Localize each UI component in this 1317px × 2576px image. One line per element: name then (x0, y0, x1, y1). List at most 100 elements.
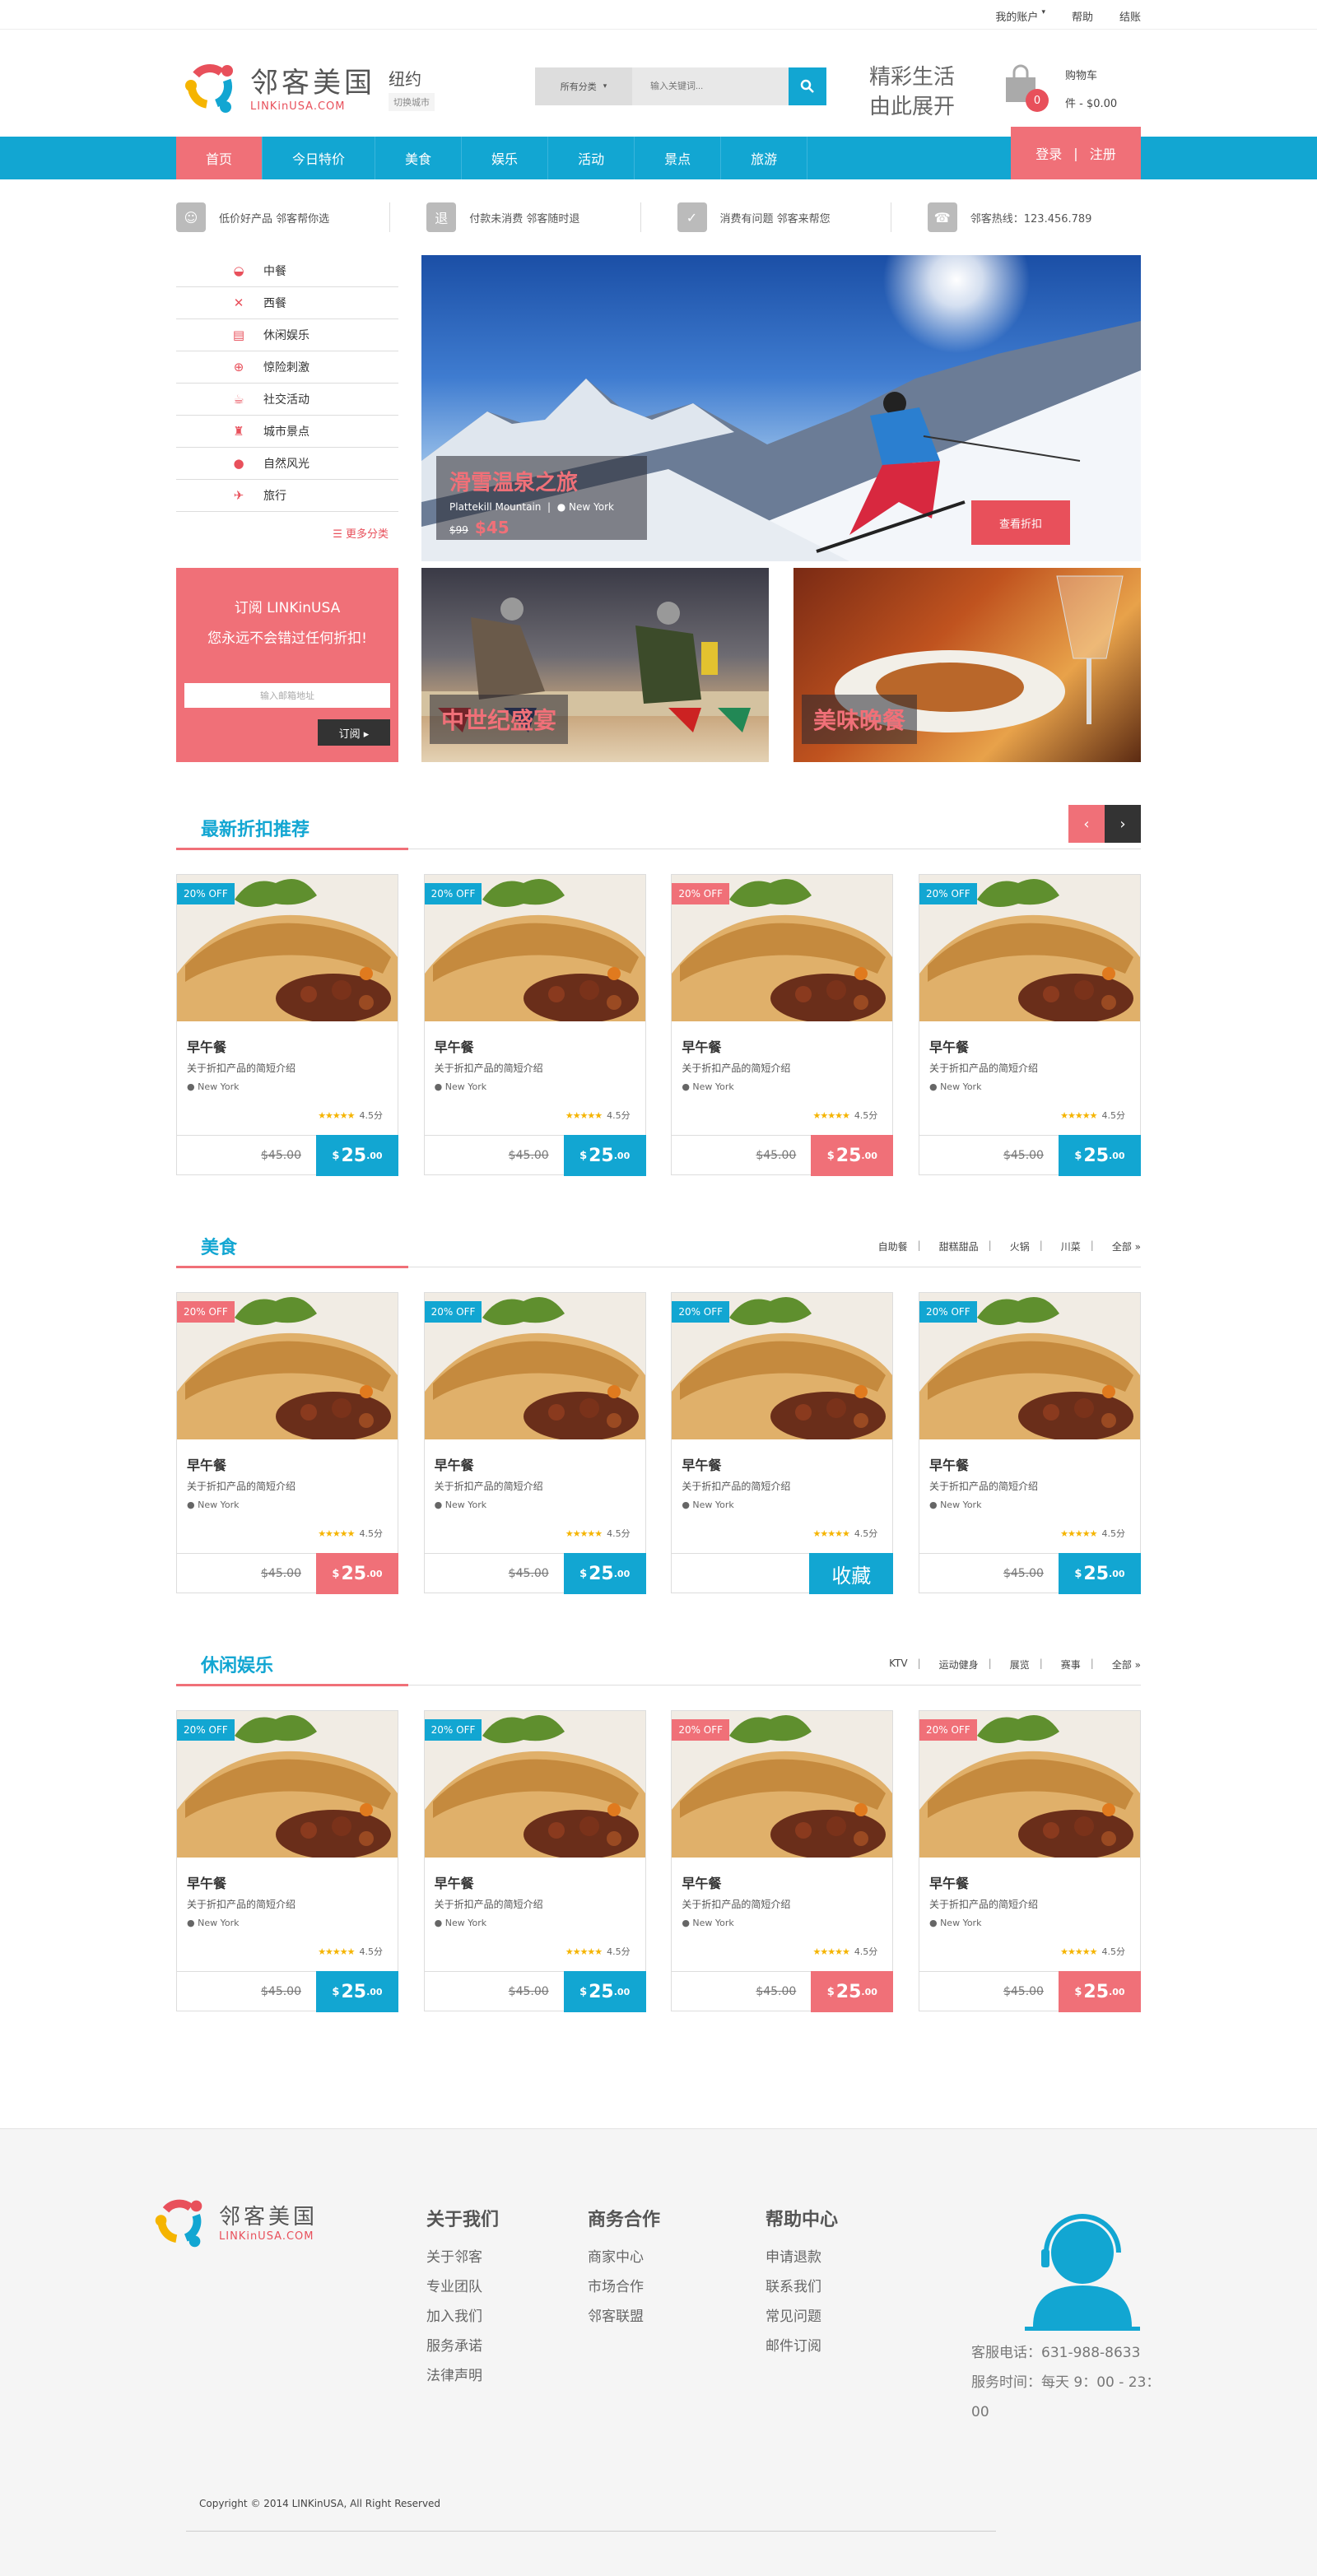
search-input[interactable] (632, 67, 789, 105)
buy-price-button[interactable]: $25.00 (1058, 1553, 1141, 1594)
collect-button[interactable]: 收藏 (809, 1553, 894, 1594)
product-card[interactable]: 20% OFF 早午餐 关于折扣产品的简短介绍 ● New York ★★★★★ 4.5分… (671, 874, 894, 1176)
sidebar-item-thrill[interactable]: ⊕ 惊险刺激 (176, 351, 398, 384)
card-image[interactable]: 20% OFF (672, 875, 893, 1021)
search-button[interactable] (789, 67, 826, 105)
prev-arrow-icon[interactable]: ‹ (1068, 805, 1105, 843)
nav-item-entertainment[interactable]: 娱乐 (462, 137, 549, 179)
card-image[interactable]: 20% OFF (424, 1293, 645, 1439)
buy-price-button[interactable]: $25.00 (811, 1971, 894, 2012)
sidebar-item-travel[interactable]: ✈ 旅行 (176, 480, 398, 512)
tile-dinner[interactable]: 美味晚餐 (793, 568, 1141, 762)
buy-price-button[interactable]: $25.00 (1058, 1135, 1141, 1176)
card-image[interactable]: 20% OFF (424, 875, 645, 1021)
sidebar-item-chinese[interactable]: ◒ 中餐 (176, 255, 398, 287)
category-tag-link[interactable]: 全部 » (1112, 1239, 1141, 1253)
category-tag-link[interactable]: 甜糕甜品 (939, 1239, 979, 1253)
product-card[interactable]: 20% OFF 早午餐 关于折扣产品的简短介绍 ● New York ★★★★★ 4.5分… (423, 874, 646, 1176)
buy-price-button[interactable]: $25.00 (316, 1135, 398, 1176)
feature-text: 付款未消费 邻客随时退 (469, 212, 580, 226)
search-category-select[interactable]: 所有分类 ▾ (535, 67, 632, 105)
category-tag-link[interactable]: 自助餐 (878, 1239, 908, 1253)
nav-item-attractions[interactable]: 景点 (635, 137, 722, 179)
sidebar-item-city[interactable]: ♜ 城市景点 (176, 416, 398, 448)
tile-medieval[interactable]: 中世纪盛宴 (421, 568, 769, 762)
city-selector[interactable]: 纽约 切换城市 (389, 66, 435, 111)
sidebar-item-nature[interactable]: ● 自然风光 (176, 448, 398, 480)
footer-link[interactable]: 邻客联盟 (588, 2302, 660, 2332)
buy-price-button[interactable]: $25.00 (563, 1553, 646, 1594)
card-image[interactable]: 20% OFF (177, 1293, 398, 1439)
product-card[interactable]: 20% OFF 早午餐 关于折扣产品的简短介绍 ● New York ★★★★★ 4.5分… (918, 1710, 1141, 2012)
nav-item-events[interactable]: 活动 (548, 137, 635, 179)
product-card[interactable]: 20% OFF 早午餐 关于折扣产品的简短介绍 ● New York ★★★★★ 4.5分… (423, 1292, 646, 1594)
cart[interactable]: 0 购物车 件 - $0.00 (999, 63, 1117, 119)
product-card[interactable]: 20% OFF 早午餐 关于折扣产品的简短介绍 ● New York ★★★★★ 4.5分… (176, 1292, 398, 1594)
buy-price-button[interactable]: $25.00 (563, 1971, 646, 2012)
buy-price-button[interactable]: $25.00 (316, 1553, 398, 1594)
footer-link[interactable]: 加入我们 (426, 2302, 499, 2332)
sidebar-item-social[interactable]: ☕ 社交活动 (176, 384, 398, 416)
feature-text: 邻客热线：123.456.789 (970, 212, 1092, 226)
buy-price-button[interactable]: $25.00 (316, 1971, 398, 2012)
card-image[interactable]: 20% OFF (177, 875, 398, 1021)
buy-price-button[interactable]: $25.00 (1058, 1971, 1141, 2012)
footer-link[interactable]: 申请退款 (766, 2243, 838, 2272)
category-tag-link[interactable]: 运动健身 (939, 1658, 979, 1672)
logo[interactable]: 邻客美国 LINKinUSA.COM (176, 53, 375, 120)
nav-item-food[interactable]: 美食 (375, 137, 463, 179)
card-image[interactable]: 20% OFF (424, 1711, 645, 1858)
old-price: $45.00 (756, 1149, 797, 1162)
next-arrow-icon[interactable]: › (1105, 805, 1141, 843)
footer-link[interactable]: 联系我们 (766, 2272, 838, 2302)
hero-banner[interactable]: 滑雪温泉之旅 Plattekill Mountain | ● New York … (421, 255, 1141, 561)
category-tag-link[interactable]: KTV (889, 1658, 907, 1672)
view-discount-button[interactable]: 查看折扣 (971, 500, 1070, 545)
product-card[interactable]: 20% OFF 早午餐 关于折扣产品的简短介绍 ● New York ★★★★★ 4.5分… (176, 874, 398, 1176)
login-button[interactable]: 登录 (1035, 143, 1062, 163)
footer-link[interactable]: 关于邻客 (426, 2243, 499, 2272)
footer-link[interactable]: 邮件订阅 (766, 2332, 838, 2361)
product-card[interactable]: 20% OFF 早午餐 关于折扣产品的简短介绍 ● New York ★★★★★ 4.5分… (671, 1710, 894, 2012)
category-tag-link[interactable]: 赛事 (1061, 1658, 1081, 1672)
category-tag-link[interactable]: 火锅 (1010, 1239, 1030, 1253)
nav-item-deals[interactable]: 今日特价 (263, 137, 376, 179)
card-image[interactable]: 20% OFF (672, 1711, 893, 1858)
footer-link[interactable]: 常见问题 (766, 2302, 838, 2332)
feature-help: ✓ 消费有问题 邻客来帮您 (641, 202, 891, 232)
category-tag-link[interactable]: 全部 » (1112, 1658, 1141, 1672)
card-image[interactable]: 20% OFF (672, 1293, 893, 1439)
section-underline (176, 1266, 408, 1268)
sidebar-item-western[interactable]: ✕ 西餐 (176, 287, 398, 319)
subscribe-button[interactable]: 订阅 ▸ (318, 719, 390, 746)
footer-link[interactable]: 专业团队 (426, 2272, 499, 2302)
nav-item-travel[interactable]: 旅游 (721, 137, 808, 179)
footer-link[interactable]: 法律声明 (426, 2361, 499, 2391)
product-card[interactable]: 20% OFF 早午餐 关于折扣产品的简短介绍 ● New York ★★★★★ 4.5分… (671, 1292, 894, 1594)
product-card[interactable]: 20% OFF 早午餐 关于折扣产品的简短介绍 ● New York ★★★★★ 4.5分… (176, 1710, 398, 2012)
buy-price-button[interactable]: $25.00 (563, 1135, 646, 1176)
checkout-link[interactable]: 结账 (1119, 8, 1141, 24)
sidebar-item-leisure[interactable]: ▤ 休闲娱乐 (176, 319, 398, 351)
category-tag-link[interactable]: 展览 (1010, 1658, 1030, 1672)
email-field[interactable]: 输入邮箱地址 (184, 683, 390, 708)
card-image[interactable]: 20% OFF (919, 1711, 1140, 1858)
category-tag-link[interactable]: 川菜 (1061, 1239, 1081, 1253)
nav-item-home[interactable]: 首页 (176, 137, 263, 179)
cart-count-badge: 0 (1026, 89, 1049, 112)
footer-link[interactable]: 商家中心 (588, 2243, 660, 2272)
footer-link[interactable]: 市场合作 (588, 2272, 660, 2302)
register-button[interactable]: 注册 (1090, 143, 1116, 163)
product-card[interactable]: 20% OFF 早午餐 关于折扣产品的简短介绍 ● New York ★★★★★ 4.5分… (918, 1292, 1141, 1594)
product-card[interactable]: 20% OFF 早午餐 关于折扣产品的简短介绍 ● New York ★★★★★ 4.5分… (423, 1710, 646, 2012)
card-image[interactable]: 20% OFF (919, 875, 1140, 1021)
switch-city-link[interactable]: 切换城市 (389, 93, 435, 111)
footer-link[interactable]: 服务承诺 (426, 2332, 499, 2361)
help-link[interactable]: 帮助 (1072, 8, 1093, 24)
card-image[interactable]: 20% OFF (177, 1711, 398, 1858)
buy-price-button[interactable]: $25.00 (811, 1135, 894, 1176)
my-account-link[interactable]: 我的账户 (995, 8, 1038, 24)
product-card[interactable]: 20% OFF 早午餐 关于折扣产品的简短介绍 ● New York ★★★★★ 4.5分… (918, 874, 1141, 1176)
more-categories-link[interactable]: ☰ 更多分类 (176, 512, 398, 541)
card-image[interactable]: 20% OFF (919, 1293, 1140, 1439)
